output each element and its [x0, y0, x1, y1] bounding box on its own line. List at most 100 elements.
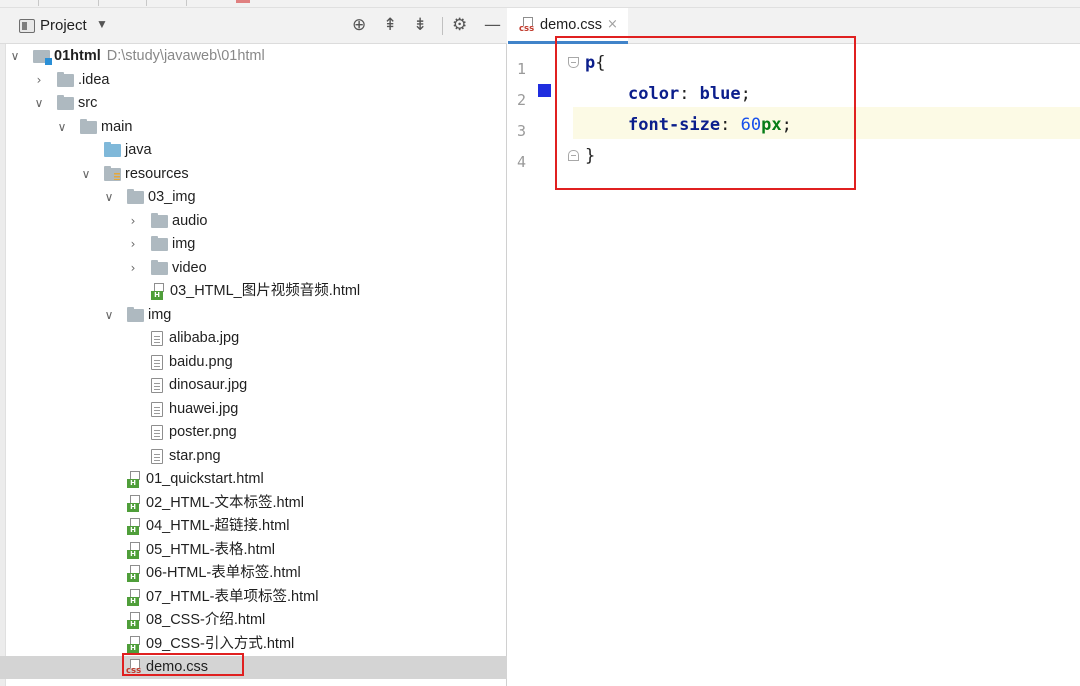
tab-label: demo.css: [540, 17, 603, 33]
tree-item[interactable]: alibaba.jpg: [0, 327, 507, 350]
css-property: font-size: [628, 115, 721, 135]
chevron-right-icon[interactable]: ›: [127, 210, 139, 233]
tree-item-label: java: [125, 142, 152, 158]
tree-item[interactable]: ∨ resources: [0, 163, 507, 186]
hide-panel-icon[interactable]: —: [484, 15, 501, 35]
code-text-area[interactable]: p{ color: blue; font-size: 60px; }: [573, 44, 1080, 686]
tree-item-label: img: [148, 307, 172, 323]
tree-item-label: main: [101, 119, 133, 135]
html-file-icon: H: [127, 471, 142, 488]
tree-item[interactable]: H 01_quickstart.html: [0, 468, 507, 491]
tree-item[interactable]: ∨ src: [0, 92, 507, 115]
tree-item[interactable]: H 06-HTML-表单标签.html: [0, 562, 507, 585]
open-brace: {: [595, 53, 606, 73]
chevron-right-icon[interactable]: ›: [33, 69, 45, 92]
tree-item[interactable]: › .idea: [0, 69, 507, 92]
toolbar-divider: [38, 0, 39, 6]
project-path: D:\study\javaweb\01html: [106, 48, 265, 64]
gear-icon[interactable]: ⚙: [452, 15, 467, 35]
tree-item-label: 01html: [54, 48, 101, 64]
folder-icon: [127, 189, 144, 204]
tree-item[interactable]: H 08_CSS-介绍.html: [0, 609, 507, 632]
toolbar-error-marker: [236, 0, 250, 3]
chevron-down-icon[interactable]: ∨: [103, 186, 115, 209]
tree-item[interactable]: huawei.jpg: [0, 398, 507, 421]
tree-item-label: 07_HTML-表单项标签.html: [146, 589, 319, 605]
close-icon[interactable]: ×: [607, 17, 618, 32]
project-panel-header: Project ▼ ⊕ ⇞ ⇟ ⚙ —: [0, 8, 507, 44]
tree-item[interactable]: › video: [0, 257, 507, 280]
tree-item-label: audio: [172, 213, 208, 229]
tree-item-label: video: [172, 260, 207, 276]
html-file-icon: H: [127, 542, 142, 559]
tree-item[interactable]: H 07_HTML-表单项标签.html: [0, 586, 507, 609]
chevron-right-icon[interactable]: ›: [127, 233, 139, 256]
code-line-3: font-size: 60px;: [628, 115, 792, 135]
image-file-icon: [151, 378, 163, 393]
tree-item[interactable]: ∨ 01html D:\study\javaweb\01html: [0, 45, 507, 68]
tree-item[interactable]: poster.png: [0, 421, 507, 444]
code-line-2: color: blue;: [628, 84, 751, 104]
tree-item-label: resources: [125, 166, 189, 182]
chevron-right-icon[interactable]: ›: [127, 257, 139, 280]
tree-item[interactable]: ∨ main: [0, 116, 507, 139]
code-editor: css demo.css × 1 2 3 4 p{ color: blue; f…: [508, 8, 1080, 686]
css-value-unit: px: [761, 115, 782, 135]
code-line-1: p{: [585, 48, 606, 79]
tree-item[interactable]: java: [0, 139, 507, 162]
project-view-selector[interactable]: Project: [40, 17, 87, 34]
folder-icon: [57, 72, 74, 87]
html-file-icon: H: [127, 612, 142, 629]
color-preview-icon[interactable]: [538, 84, 551, 97]
folder-icon: [80, 119, 97, 134]
tree-item[interactable]: ∨ 03_img: [0, 186, 507, 209]
tree-item-label: dinosaur.jpg: [169, 377, 248, 393]
css-property: color: [628, 84, 680, 104]
chevron-down-icon[interactable]: ∨: [33, 92, 45, 115]
tab-demo-css[interactable]: css demo.css ×: [508, 8, 628, 44]
header-divider: [442, 17, 443, 35]
chevron-down-icon[interactable]: ▼: [96, 17, 108, 31]
image-file-icon: [151, 355, 163, 370]
folder-icon: [151, 260, 168, 275]
tree-item-label: src: [78, 95, 98, 111]
folder-icon: [127, 307, 144, 322]
editor-gutter: 1 2 3 4: [508, 44, 579, 686]
tree-item[interactable]: H 02_HTML-文本标签.html: [0, 492, 507, 515]
css-value-number: 60: [740, 115, 762, 135]
collapse-all-icon[interactable]: ⇟: [413, 15, 427, 35]
tree-item[interactable]: H 09_CSS-引入方式.html: [0, 633, 507, 656]
expand-all-icon[interactable]: ⇞: [383, 15, 397, 35]
tree-item[interactable]: H 04_HTML-超链接.html: [0, 515, 507, 538]
tree-item[interactable]: star.png: [0, 445, 507, 468]
toolbar-divider: [98, 0, 99, 6]
chevron-down-icon[interactable]: ∨: [56, 116, 68, 139]
resources-folder-icon: [104, 166, 121, 181]
tree-item[interactable]: › img: [0, 233, 507, 256]
chevron-down-icon[interactable]: ∨: [9, 45, 21, 68]
tree-item-label: 09_CSS-引入方式.html: [146, 636, 295, 652]
tree-item[interactable]: ∨ img: [0, 304, 507, 327]
tree-item[interactable]: css demo.css: [0, 656, 507, 679]
tree-item-label: 06-HTML-表单标签.html: [146, 565, 301, 581]
line-number: 2: [516, 91, 526, 109]
project-tool-window: Project ▼ ⊕ ⇞ ⇟ ⚙ — ∨ 01html D:\study\java…: [0, 8, 507, 686]
tree-item[interactable]: dinosaur.jpg: [0, 374, 507, 397]
source-folder-icon: [104, 142, 121, 157]
tree-item[interactable]: H 03_HTML_图片视频音频.html: [0, 280, 507, 303]
tree-item[interactable]: baidu.png: [0, 351, 507, 374]
toolbar-divider: [146, 0, 147, 6]
chevron-down-icon[interactable]: ∨: [103, 304, 115, 327]
locate-file-icon[interactable]: ⊕: [352, 15, 366, 35]
line-number: 3: [516, 122, 526, 140]
html-file-icon: H: [151, 283, 166, 300]
close-brace: }: [585, 146, 596, 166]
toolbar-divider: [186, 0, 187, 6]
tree-item-label: 03_img: [148, 189, 196, 205]
folder-icon: [151, 213, 168, 228]
folder-icon: [151, 236, 168, 251]
tree-item[interactable]: H 05_HTML-表格.html: [0, 539, 507, 562]
chevron-down-icon[interactable]: ∨: [80, 163, 92, 186]
tree-item[interactable]: › audio: [0, 210, 507, 233]
tree-item-label: img: [172, 236, 196, 252]
